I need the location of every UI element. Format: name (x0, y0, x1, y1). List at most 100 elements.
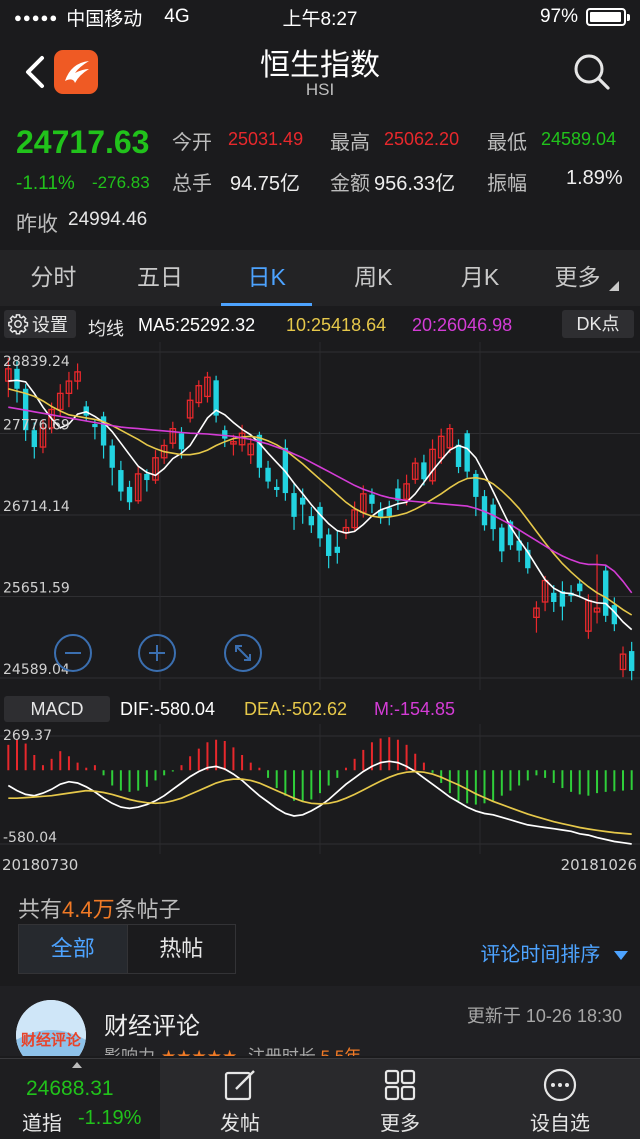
candle-body (256, 434, 263, 468)
candle-body (144, 473, 150, 481)
y-tick-label: -580.04 (3, 830, 57, 846)
dea-value: DEA:-502.62 (244, 699, 348, 719)
posts-count-suffix: 条帖子 (114, 897, 181, 922)
candle-body (334, 546, 340, 553)
y-tick-label: 27776.69 (3, 418, 70, 434)
candle-body (369, 494, 375, 504)
more-button[interactable]: 更多 (320, 1059, 480, 1139)
macd-button[interactable]: MACD (4, 696, 110, 722)
filter-all[interactable]: 全部 (19, 925, 127, 973)
candle-body (455, 444, 462, 467)
tab-daily-k[interactable]: 日K (213, 250, 320, 306)
macd-indicator-row: MACD DIF:-580.04 DEA:-502.62 M:-154.85 (0, 694, 640, 724)
avatar[interactable]: 财经评论 (16, 1000, 86, 1056)
y-tick-label: 28839.24 (3, 354, 70, 370)
low-label: 最低 (487, 132, 527, 154)
candle-body (464, 433, 470, 472)
posts-count: 共有4.4万条帖子 (18, 892, 181, 924)
add-watchlist-button[interactable]: 设自选 (480, 1059, 640, 1139)
nav-bar: 恒生指数 HSI (0, 34, 640, 110)
amount-value: 956.33亿 (374, 173, 456, 195)
settings-button[interactable]: 设置 (4, 310, 76, 338)
change-percent: -1.11% (16, 173, 75, 194)
register-value: 5.5年 (321, 1047, 362, 1056)
ma-indicator-row: 设置 均线 MA5:25292.32 10:25418.64 20:26046.… (0, 308, 640, 342)
volume-label: 总手 (172, 173, 212, 195)
low-value: 24589.04 (541, 129, 617, 149)
gear-icon (8, 314, 29, 335)
candle-body (421, 462, 427, 480)
filter-hot[interactable]: 热帖 (126, 925, 236, 973)
battery-icon (586, 8, 630, 26)
search-icon[interactable] (572, 52, 612, 92)
macd-chart[interactable]: 269.37 -580.04 20180730 20181026 (0, 724, 640, 878)
tab-intraday[interactable]: 分时 (0, 250, 107, 306)
tab-weekly-k[interactable]: 周K (320, 250, 427, 306)
post-author[interactable]: 财经评论 (104, 1006, 200, 1041)
candlestick-chart[interactable]: 28839.2427776.6926714.1425651.5924589.04 (0, 342, 640, 690)
fullscreen-button[interactable] (224, 634, 262, 672)
candle-body (92, 424, 98, 428)
candle-body (325, 534, 332, 556)
dk-point-button[interactable]: DK点 (562, 310, 634, 338)
prev-close-value: 24994.46 (68, 209, 148, 230)
register-label: 注册时长 (248, 1047, 316, 1056)
candle-body (222, 430, 228, 439)
index-ticker[interactable]: 24688.31 道指 -1.19% (0, 1059, 160, 1139)
x-tick-label: 20181026 (561, 856, 637, 874)
candle-body (109, 445, 115, 468)
quote-panel: 24717.63 -1.11% -276.83 昨收 24994.46 今开 2… (0, 110, 640, 248)
bottom-bar: 24688.31 道指 -1.19% 发帖 更多 设自选 (0, 1058, 640, 1139)
post-button[interactable]: 发帖 (160, 1059, 320, 1139)
edit-icon (224, 1070, 255, 1101)
sort-label: 评论时间排序 (480, 944, 601, 966)
grid-icon (384, 1069, 416, 1101)
star-rating: ★★★★★ (161, 1047, 237, 1056)
add-watchlist-label: 设自选 (530, 1113, 590, 1135)
avatar-text: 财经评论 (21, 1031, 82, 1049)
zoom-out-button[interactable] (54, 634, 92, 672)
candle-body (265, 467, 271, 482)
posts-count-number: 4.4万 (62, 897, 115, 922)
posts-count-prefix: 共有 (18, 897, 63, 922)
sort-dropdown[interactable]: 评论时间排序 (480, 938, 628, 967)
dif-value: DIF:-580.04 (120, 699, 216, 719)
ma10-value: 10:25418.64 (286, 315, 387, 335)
last-price: 24717.63 (16, 124, 150, 160)
candle-body (628, 651, 635, 672)
candle-body (274, 486, 280, 491)
tab-five-day[interactable]: 五日 (107, 250, 214, 306)
y-tick-label: 269.37 (3, 728, 52, 744)
volume-value: 94.75亿 (230, 173, 301, 195)
period-tabs: 分时 五日 日K 周K 月K 更多 (0, 250, 640, 306)
clock: 上午8:27 (282, 8, 358, 30)
prev-close-label: 昨收 (16, 213, 58, 236)
m-value: M:-154.85 (374, 699, 456, 719)
more-dots-icon (543, 1068, 577, 1102)
index-ticker-name: 道指 (22, 1113, 62, 1135)
ma20-value: 20:26046.98 (412, 315, 513, 335)
high-label: 最高 (330, 132, 370, 154)
post-filter: 全部 热帖 (18, 924, 236, 974)
candle-body (603, 570, 609, 616)
high-value: 25062.20 (384, 129, 460, 149)
posts-header: 共有4.4万条帖子 全部 热帖 评论时间排序 (0, 880, 640, 984)
amplitude-value: 1.89% (566, 167, 623, 189)
ma5-value: MA5:25292.32 (138, 315, 256, 335)
ma-label: 均线 (88, 319, 124, 339)
list-item[interactable]: 财经评论 财经评论 更新于 10-26 18:30 影响力 ★★★★★ 注册时长 … (0, 986, 640, 1056)
zoom-controls (54, 634, 262, 672)
candle-body (300, 497, 306, 505)
candle-body (291, 493, 297, 517)
page-title: 恒生指数 (260, 49, 380, 82)
status-bar: ●●●●● 中国移动 4G 上午8:27 97% (0, 0, 640, 34)
tab-more[interactable]: 更多 (533, 250, 640, 306)
tab-monthly-k[interactable]: 月K (427, 250, 534, 306)
index-ticker-change: -1.19% (78, 1107, 142, 1129)
open-value: 25031.49 (228, 129, 304, 149)
change-value: -276.83 (92, 173, 150, 192)
zoom-in-button[interactable] (138, 634, 176, 672)
index-ticker-value: 24688.31 (26, 1077, 114, 1100)
candle-body (118, 470, 124, 492)
caret-down-icon (614, 951, 628, 960)
